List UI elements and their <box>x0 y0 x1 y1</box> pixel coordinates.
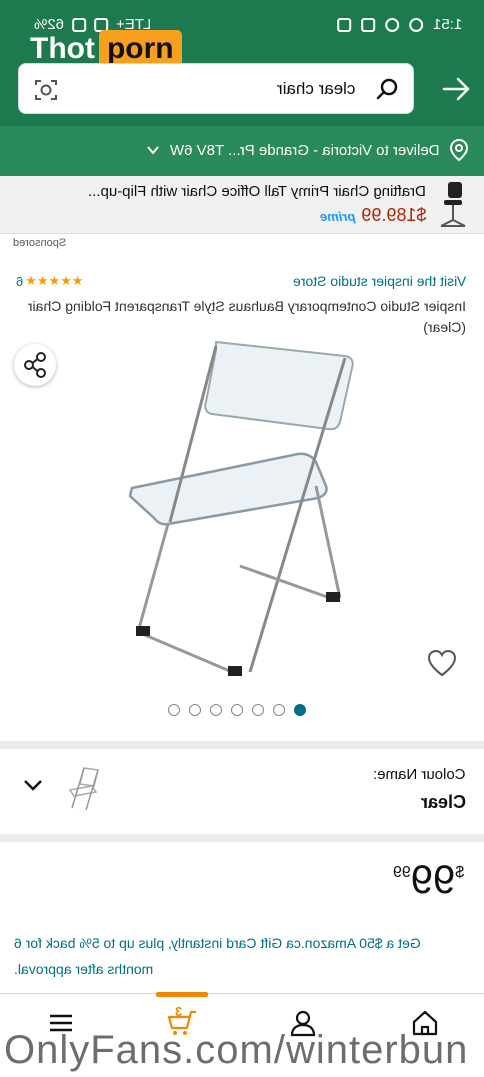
search-bar[interactable]: clear chair <box>18 63 414 114</box>
sponsored-ad-title[interactable]: Drafting Chair Primy Tall Office Chair w… <box>88 183 426 200</box>
app-header: 1:51 LTE+ 62% Thot porn clear chair <box>0 0 484 126</box>
carousel-dot[interactable] <box>210 704 222 716</box>
product-image[interactable] <box>120 336 370 686</box>
image-carousel-dots[interactable] <box>168 704 306 716</box>
delivery-bar[interactable]: Deliver to Victoria - Grande Pr... T8V 6… <box>0 126 484 176</box>
carousel-dot[interactable] <box>231 704 243 716</box>
sponsored-label: Sponsored <box>12 237 66 249</box>
active-tab-indicator <box>156 992 208 997</box>
sponsored-ad-price: $189.99 prime <box>320 205 426 226</box>
cart-count: 3 <box>175 1004 183 1019</box>
share-button[interactable] <box>14 344 56 386</box>
carousel-dot[interactable] <box>252 704 264 716</box>
price-currency: $ <box>455 864 464 881</box>
watermark-logo-part1: Thot <box>30 32 95 65</box>
app-notification-icon <box>360 17 375 32</box>
search-input[interactable]: clear chair <box>277 79 355 99</box>
status-bar-left-cluster: 1:51 <box>336 16 462 33</box>
watermark-text: OnlyFans.com/winterbun <box>4 1028 469 1072</box>
clock: 1:51 <box>432 16 462 33</box>
section-divider <box>0 834 484 842</box>
gift-card-promo-link[interactable]: Get a $50 Amazon.ca Gift Card instantly,… <box>14 930 454 982</box>
rating-count[interactable]: 6 <box>16 274 23 289</box>
chevron-down-icon[interactable] <box>22 776 44 794</box>
snapchat-icon <box>408 17 423 32</box>
star-icon: ★★★★★ <box>25 273 84 288</box>
heart-icon[interactable] <box>426 648 458 678</box>
carousel-dot[interactable] <box>168 704 180 716</box>
carousel-dot-active[interactable] <box>294 704 306 716</box>
delivery-location[interactable]: Deliver to Victoria - Grande Pr... T8V 6… <box>170 142 440 159</box>
price-cents: 99 <box>392 864 411 881</box>
product-title: Inspier Studio Contemporary Bauhaus Styl… <box>27 298 466 335</box>
carousel-dot[interactable] <box>273 704 285 716</box>
store-link[interactable]: Visit the inspier studio Store <box>293 273 466 289</box>
price: $ 99 99 <box>391 858 466 903</box>
search-icon[interactable] <box>375 77 399 101</box>
prime-badge: prime <box>319 209 355 224</box>
price-whole: 99 <box>410 858 456 902</box>
messenger-icon <box>384 17 399 32</box>
colour-swatch-thumbnail[interactable] <box>66 764 104 812</box>
rating[interactable]: ★★★★★ 6 <box>16 273 84 289</box>
colour-label: Colour Name: <box>373 766 466 783</box>
camera-search-icon[interactable] <box>33 77 59 103</box>
carousel-dot[interactable] <box>189 704 201 716</box>
share-icon <box>24 352 46 378</box>
colour-value: Clear <box>420 792 466 812</box>
chevron-down-icon <box>147 146 159 155</box>
section-divider <box>0 741 484 749</box>
instagram-icon <box>336 17 351 32</box>
page: 1:51 LTE+ 62% Thot porn clear chair Deli… <box>0 0 484 1077</box>
location-pin-icon <box>449 138 469 162</box>
sponsored-ad-thumbnail[interactable] <box>436 180 470 230</box>
sponsored-ad-price-value: $189.99 <box>360 205 426 225</box>
sponsored-ad[interactable]: Drafting Chair Primy Tall Office Chair w… <box>0 176 484 234</box>
arrow-icon[interactable] <box>440 74 474 104</box>
